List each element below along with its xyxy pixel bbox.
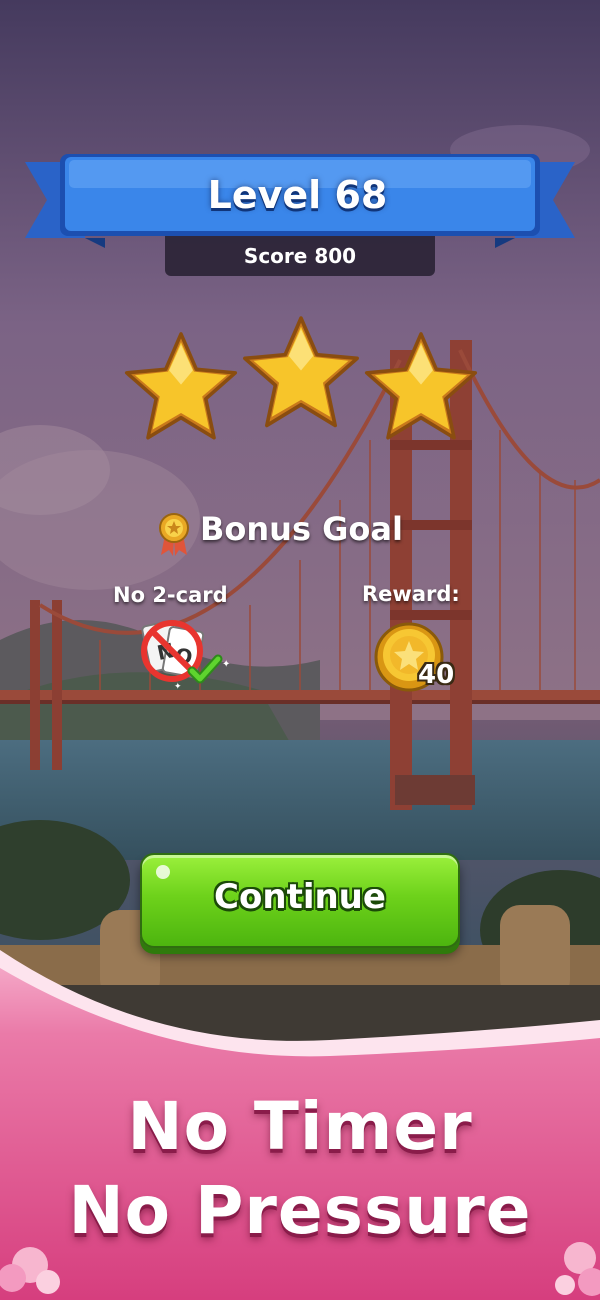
continue-button[interactable]: Continue: [140, 853, 460, 948]
star-icon: [243, 316, 359, 428]
score-text: Score 800: [243, 244, 357, 268]
no-card-icon: N O ✦ ✦: [141, 619, 230, 692]
svg-text:✦: ✦: [174, 682, 182, 692]
level-complete-screen: Level 68 Score 800 Bonus Goal No 2-card …: [0, 0, 600, 1300]
promo-line-1: No Timer: [127, 1088, 473, 1165]
promo-line-2: No Pressure: [68, 1172, 532, 1249]
star-icon: [364, 332, 478, 440]
bonus-goal-title: Bonus Goal: [200, 510, 403, 548]
svg-text:✦: ✦: [222, 659, 230, 670]
star-icon: [124, 332, 238, 440]
goal-label: No 2-card: [113, 583, 228, 607]
reward-amount: 40: [418, 660, 455, 690]
continue-button-label: Continue: [214, 877, 386, 917]
medal-icon: [159, 513, 189, 556]
reward-label: Reward:: [362, 582, 460, 606]
level-title: Level 68: [207, 173, 388, 217]
